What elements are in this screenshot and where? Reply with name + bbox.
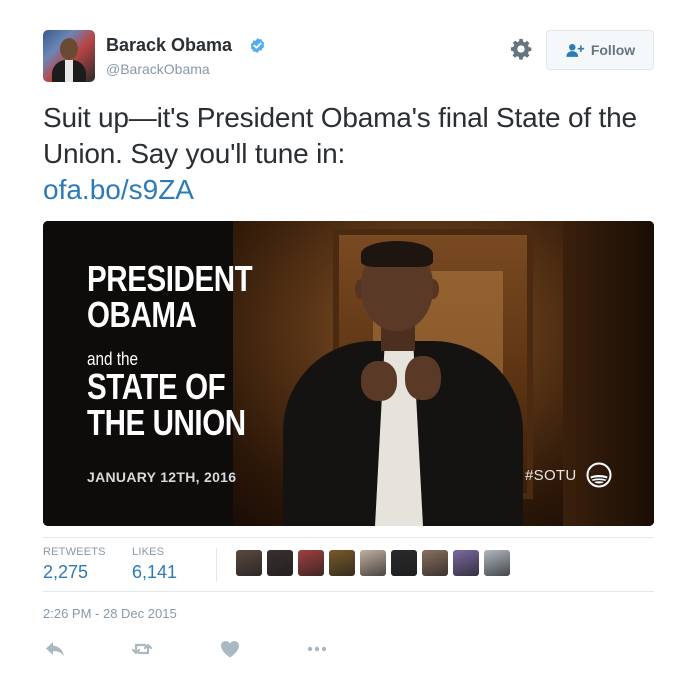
follow-button[interactable]: Follow (546, 30, 654, 70)
stats-separator (216, 548, 217, 582)
media-person-hair (361, 241, 433, 267)
tweet-timestamp[interactable]: 2:26 PM - 28 Dec 2015 (43, 606, 177, 621)
liker-avatar[interactable] (360, 550, 386, 576)
media-title-line: STATE OF (87, 366, 226, 407)
media-hashtag: #SOTU (525, 467, 577, 484)
stats-divider-bottom (43, 591, 654, 592)
liker-avatar[interactable] (298, 550, 324, 576)
media-person-hand (405, 356, 441, 400)
likes-count[interactable]: 6,141 (132, 562, 177, 583)
media-title-line: THE UNION (87, 402, 246, 443)
media-title-line: OBAMA (87, 294, 197, 335)
liker-avatar[interactable] (391, 550, 417, 576)
media-title-bottom: STATE OF THE UNION (87, 369, 246, 441)
liker-avatar[interactable] (422, 550, 448, 576)
more-dots-icon[interactable] (306, 640, 328, 658)
media-title-top: PRESIDENT OBAMA (87, 258, 253, 335)
retweets-label: RETWEETS (43, 546, 106, 558)
tweet-text: Suit up—it's President Obama's final Sta… (43, 102, 637, 169)
author-avatar[interactable] (43, 30, 95, 82)
likes-label: LIKES (132, 546, 165, 558)
obama-logo-icon (586, 462, 612, 488)
liker-avatar[interactable] (329, 550, 355, 576)
liker-avatar[interactable] (484, 550, 510, 576)
liker-avatars (236, 550, 510, 576)
add-user-icon (566, 44, 584, 57)
verified-badge-icon (250, 38, 265, 53)
author-name[interactable]: Barack Obama (106, 35, 232, 56)
avatar-face (60, 38, 78, 60)
heart-icon[interactable] (220, 640, 240, 658)
gear-icon[interactable] (510, 38, 532, 60)
follow-label: Follow (590, 42, 636, 58)
retweets-count[interactable]: 2,275 (43, 562, 88, 583)
liker-avatar[interactable] (267, 550, 293, 576)
media-title-line: PRESIDENT (87, 258, 253, 299)
tweet-card: Barack Obama @BarackObama Follow Suit up… (0, 0, 696, 674)
media-date: JANUARY 12TH, 2016 (87, 469, 237, 485)
author-handle[interactable]: @BarackObama (106, 61, 210, 77)
media-person-hand (361, 361, 397, 401)
liker-avatar[interactable] (453, 550, 479, 576)
avatar-shirt (65, 60, 73, 82)
liker-avatar[interactable] (236, 550, 262, 576)
reply-icon[interactable] (45, 640, 65, 658)
tweet-link[interactable]: ofa.bo/s9ZA (43, 172, 194, 208)
tweet-media-image[interactable]: PRESIDENT OBAMA and the STATE OF THE UNI… (43, 221, 654, 526)
retweet-icon[interactable] (131, 640, 153, 658)
stats-divider-top (43, 537, 654, 538)
